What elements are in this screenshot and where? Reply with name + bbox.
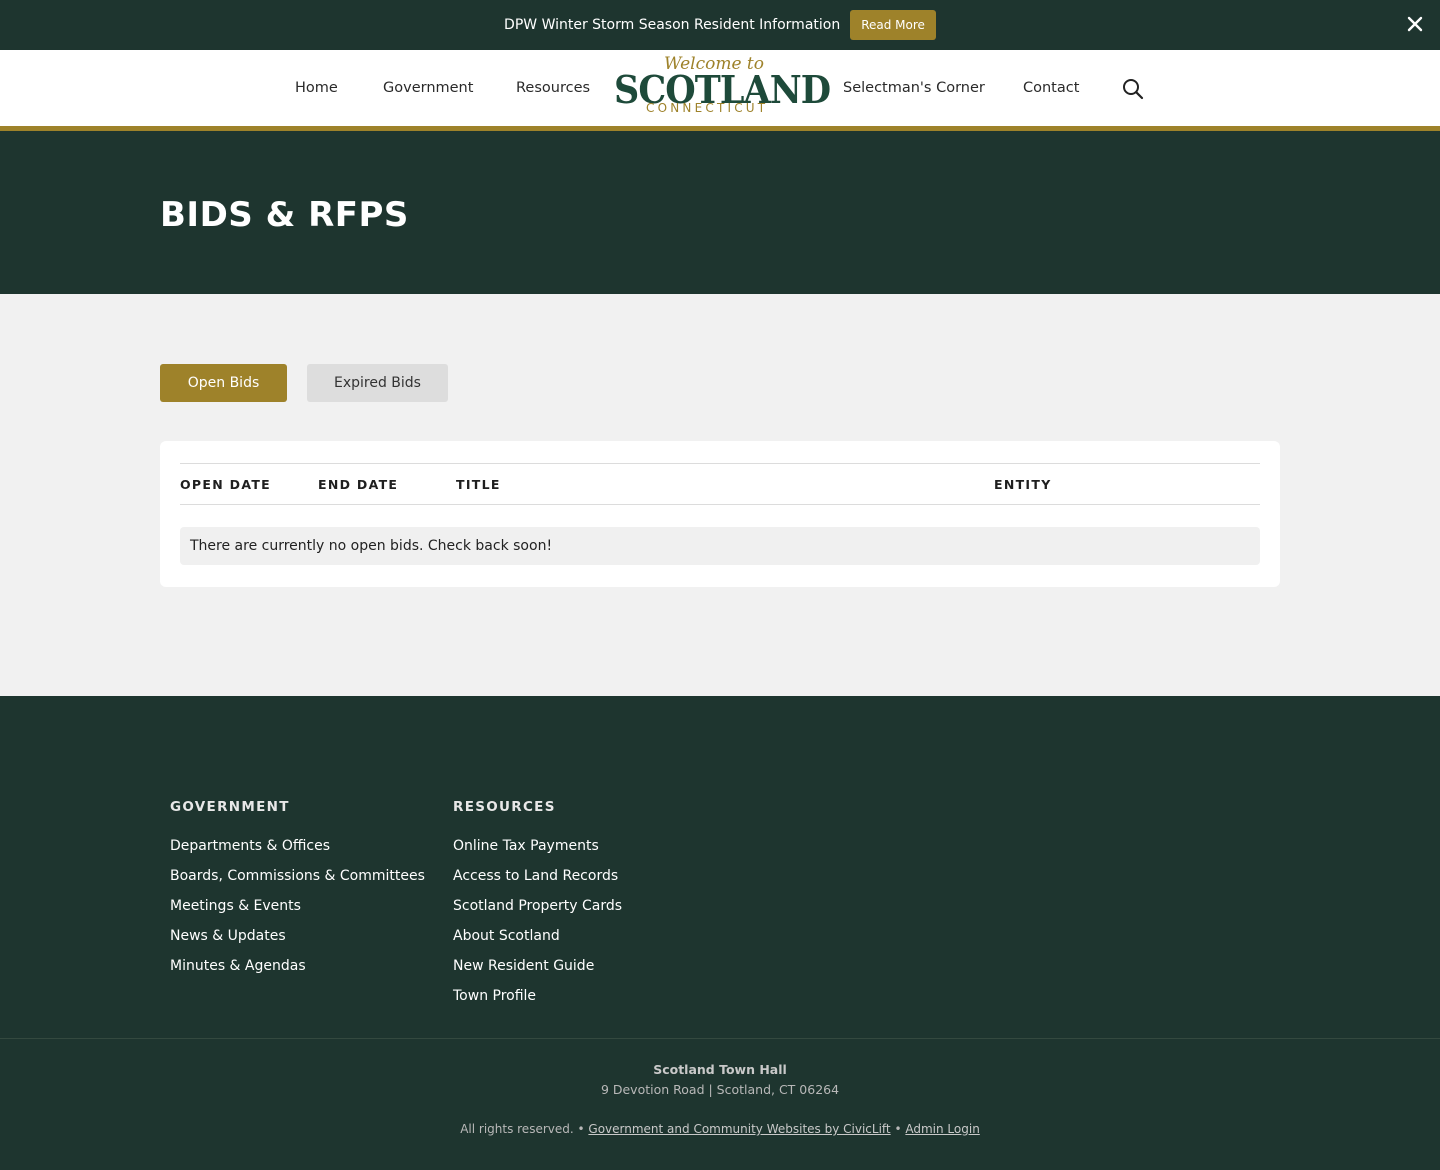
footer-link[interactable]: Boards, Commissions & Committees <box>170 868 425 884</box>
tab-expired-bids[interactable]: Expired Bids <box>307 364 448 402</box>
legal-separator: • <box>894 1122 902 1136</box>
page-title: BIDS & RFPS <box>160 195 409 235</box>
footer-link[interactable]: News & Updates <box>170 928 286 944</box>
footer-link[interactable]: About Scotland <box>453 928 560 944</box>
alert-text: DPW Winter Storm Season Resident Informa… <box>504 17 841 33</box>
footer-heading-government: GOVERNMENT <box>170 799 290 815</box>
footer-link[interactable]: Scotland Property Cards <box>453 898 622 914</box>
site-logo[interactable]: Welcome to SCOTLAND CONNECTICUT <box>614 54 831 116</box>
table-header: OPEN DATE END DATE TITLE ENTITY <box>180 463 1260 505</box>
rights-text: All rights reserved. • <box>460 1122 585 1136</box>
footer-link[interactable]: Access to Land Records <box>453 868 618 884</box>
nav-contact[interactable]: Contact <box>1023 80 1079 96</box>
footer-link[interactable]: Minutes & Agendas <box>170 958 306 974</box>
footer-link[interactable]: Online Tax Payments <box>453 838 599 854</box>
footer-link[interactable]: New Resident Guide <box>453 958 594 974</box>
column-open-date: OPEN DATE <box>180 477 271 492</box>
town-hall-name: Scotland Town Hall <box>653 1062 787 1077</box>
empty-state-message: There are currently no open bids. Check … <box>180 527 1260 565</box>
nav-selectmans-corner[interactable]: Selectman's Corner <box>843 80 985 96</box>
bids-table-card: OPEN DATE END DATE TITLE ENTITY There ar… <box>160 441 1280 587</box>
site-footer: GOVERNMENT Departments & Offices Boards,… <box>0 696 1440 1170</box>
close-icon[interactable] <box>1406 15 1424 33</box>
footer-heading-resources: RESOURCES <box>453 799 556 815</box>
admin-login-link[interactable]: Admin Login <box>905 1122 979 1136</box>
logo-state: CONNECTICUT <box>646 101 769 115</box>
nav-government[interactable]: Government <box>383 80 473 96</box>
site-header: Home Government Resources Welcome to SCO… <box>0 50 1440 126</box>
legal-line: All rights reserved. • Government and Co… <box>0 1122 1440 1136</box>
civiclift-link[interactable]: Government and Community Websites by Civ… <box>588 1122 890 1136</box>
footer-link[interactable]: Departments & Offices <box>170 838 330 854</box>
alert-bar: DPW Winter Storm Season Resident Informa… <box>0 0 1440 50</box>
column-end-date: END DATE <box>318 477 399 492</box>
column-entity: ENTITY <box>994 477 1052 492</box>
footer-link[interactable]: Town Profile <box>453 988 536 1004</box>
footer-divider <box>0 1038 1440 1039</box>
column-title: TITLE <box>456 477 501 492</box>
footer-link[interactable]: Meetings & Events <box>170 898 301 914</box>
town-hall-address: 9 Devotion Road | Scotland, CT 06264 <box>600 1082 840 1097</box>
nav-resources[interactable]: Resources <box>516 80 590 96</box>
nav-home[interactable]: Home <box>295 80 338 96</box>
read-more-button[interactable]: Read More <box>850 10 936 40</box>
page-hero: BIDS & RFPS <box>0 131 1440 294</box>
search-icon[interactable] <box>1122 78 1144 100</box>
tab-open-bids[interactable]: Open Bids <box>160 364 287 402</box>
